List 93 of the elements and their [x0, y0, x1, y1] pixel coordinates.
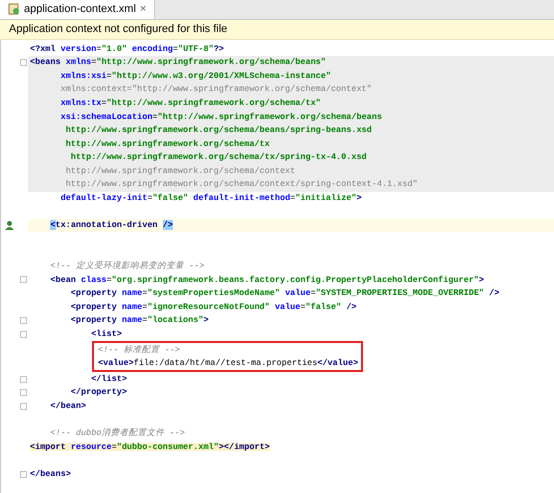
- code-token: >: [356, 194, 362, 203]
- fold-marker-icon[interactable]: [20, 376, 27, 383]
- file-tab[interactable]: application-context.xml ×: [0, 0, 156, 19]
- code-token: =: [310, 289, 316, 298]
- code-token: =: [152, 112, 158, 122]
- code-token: </list>: [90, 374, 127, 384]
- code-token: value: [274, 302, 300, 312]
- code-token: "initialize": [295, 194, 356, 203]
- close-tab-button[interactable]: ×: [140, 4, 146, 14]
- code-token: =: [142, 289, 148, 298]
- code-token: "http://www.springframework.org/schema/beans: [158, 112, 382, 122]
- code-token: <list>: [90, 330, 122, 339]
- tab-title: application-context.xml: [24, 2, 136, 17]
- code-token: xmlns:tx: [60, 98, 102, 108]
- fold-marker-icon[interactable]: [20, 389, 27, 396]
- code-token: default-init-method: [193, 194, 290, 203]
- code-token: </beans>: [30, 470, 71, 478]
- fold-marker-icon[interactable]: [20, 58, 27, 66]
- code-token: <value>: [98, 359, 134, 368]
- code-token: xsi:schemaLocation: [60, 112, 152, 122]
- code-token: <beans: [30, 58, 62, 67]
- code-token: "false": [152, 194, 190, 203]
- fold-marker-icon[interactable]: [20, 317, 27, 324]
- code-token: =: [142, 316, 148, 325]
- code-token: =: [112, 442, 117, 452]
- fold-marker-icon[interactable]: [20, 330, 27, 338]
- code-token: class: [81, 276, 107, 284]
- code-token: "UTF-8": [178, 44, 214, 54]
- code-token: http://www.springframework.org/schema/tx: [64, 140, 270, 148]
- code-token: "ignoreResourceNotFound": [147, 302, 271, 312]
- code-token: ?>: [214, 44, 224, 54]
- fold-marker-icon[interactable]: [20, 402, 27, 410]
- code-token: xmlns:xsi: [60, 72, 107, 80]
- code-token: =: [290, 194, 296, 203]
- code-token: =: [147, 194, 152, 203]
- code-token: http://www.springframework.org/schema/beans/spring-beans.xsd: [64, 126, 372, 135]
- code-token: tx:annotation-driven: [56, 221, 159, 230]
- code-token: =: [101, 98, 107, 108]
- code-token: =: [300, 302, 306, 312]
- code-token: xmlns: [66, 58, 92, 67]
- code-token: >: [203, 316, 209, 325]
- code-token: "http://www.w3.org/2001/XMLSchema-instance": [112, 72, 331, 80]
- code-token: =: [172, 44, 178, 54]
- gutter-person-icon[interactable]: [4, 220, 15, 232]
- code-token: <?xml: [30, 44, 57, 54]
- code-token: name: [122, 302, 142, 312]
- code-token: </value>: [317, 359, 358, 368]
- matched-brace: />: [162, 220, 173, 230]
- code-token: http://www.springframework.org/schema/context: [64, 166, 296, 176]
- code-comment: <!-- dubbo消费者配置文件 -->: [49, 429, 185, 438]
- code-token: <import: [30, 442, 67, 452]
- code-token: version: [60, 44, 96, 54]
- xml-file-icon: [8, 3, 20, 15]
- code-comment: <!-- 标准配置 -->: [98, 346, 180, 354]
- code-token: value: [285, 289, 311, 298]
- code-token: >: [478, 276, 484, 284]
- fold-marker-icon[interactable]: [20, 276, 27, 284]
- code-token: "org.springframework.beans.factory.config.PropertyPlaceholderConfigurer": [112, 276, 479, 284]
- code-token: "1.0": [101, 44, 128, 54]
- code-token: name: [122, 316, 142, 325]
- code-token: http://www.springframework.org/schema/tx/spring-tx-4.0.xsd: [70, 153, 367, 162]
- code-token: />: [346, 302, 357, 312]
- code-comment: <!-- 定义受环境影响易变的变量 -->: [49, 262, 204, 271]
- code-token: "locations": [147, 316, 204, 325]
- notification-text: Application context not configured for this file: [9, 22, 228, 38]
- code-token: "systemPropertiesModeName": [147, 289, 281, 298]
- code-token: "dubbo-consumer.xml": [116, 442, 219, 452]
- code-token: ></import>: [218, 442, 270, 452]
- code-token: =: [96, 44, 102, 54]
- code-token: <property: [70, 302, 118, 312]
- code-token: default-lazy-init: [60, 194, 148, 203]
- code-token: <property: [70, 316, 118, 325]
- code-token: xmlns:context="http://www.springframework.org/schema/context": [60, 85, 372, 94]
- fold-marker-icon[interactable]: [20, 470, 27, 478]
- code-token: file:/data/ht/ma//test-ma.properties: [134, 359, 318, 368]
- code-token: encoding: [132, 44, 173, 54]
- code-token: "http://www.springframework.org/schema/beans": [96, 58, 326, 67]
- code-token: resource: [70, 442, 112, 452]
- code-token: </bean>: [49, 402, 86, 410]
- code-token: name: [122, 289, 142, 298]
- code-token: =: [106, 72, 112, 80]
- code-token: <bean: [49, 276, 77, 284]
- code-token: "SYSTEM_PROPERTIES_MODE_OVERRIDE": [316, 289, 486, 298]
- code-token: "http://www.springframework.org/schema/tx": [106, 98, 321, 108]
- matched-brace: <: [50, 220, 56, 230]
- code-token: =: [142, 302, 148, 312]
- code-token: />: [489, 289, 500, 298]
- code-token: <property: [70, 289, 118, 298]
- code-token: =: [91, 58, 96, 67]
- code-token: =: [106, 276, 112, 284]
- code-token: "false": [306, 302, 342, 312]
- code-token: http://www.springframework.org/schema/context/spring-context-4.1.xsd": [64, 180, 418, 189]
- code-token: </property>: [70, 388, 127, 397]
